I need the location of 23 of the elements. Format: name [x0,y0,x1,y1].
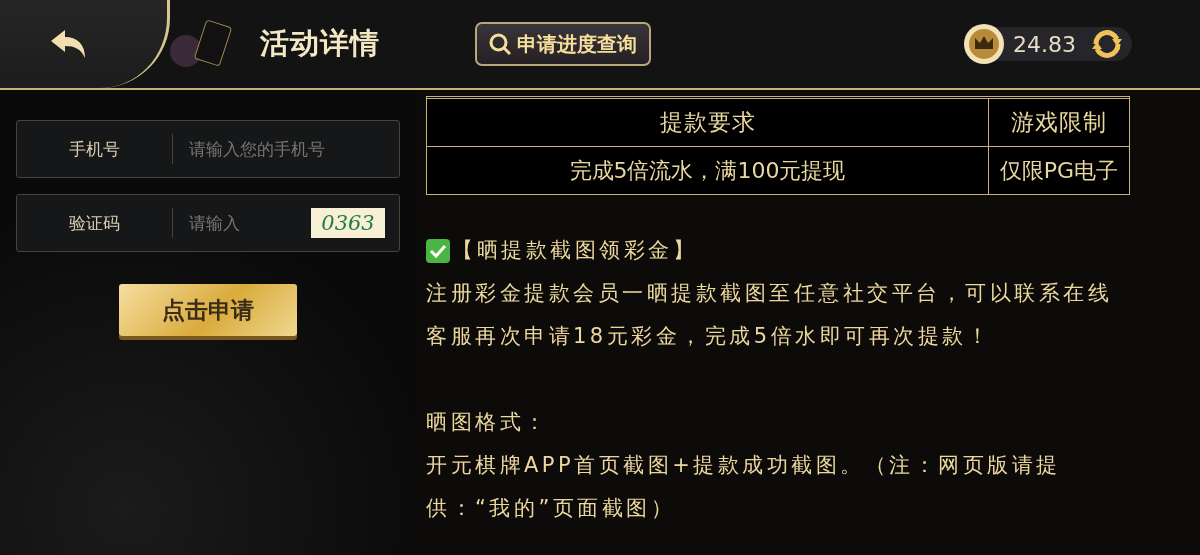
refresh-icon [1090,27,1124,61]
balance-amount: 24.83 [1013,31,1076,57]
page-title: 活动详情 [260,25,380,62]
table-cell: 仅限PG电子 [988,147,1129,194]
section-heading: 【晒提款截图领彩金】 [452,237,697,264]
table-header-cell: 游戏限制 [988,99,1129,147]
query-button[interactable]: 申请进度查询 [475,22,651,66]
back-arrow-icon [50,30,87,58]
captcha-image[interactable]: 0363 [311,208,385,238]
paragraph: 注册彩金提款会员一晒提款截图至任意社交平台，可以联系在线客服再次申请18元彩金，完成5倍水即可再次提款！ [426,280,1113,350]
field-label: 验证码 [17,208,173,238]
paragraph: 晒图格式： [426,409,550,436]
table-cell-text: 完成5倍流水，满100元提现 [568,156,847,185]
paragraph: 开元棋牌APP首页截图+提款成功截图。（注：网页版请提供：“我的”页面截图） [426,452,1062,522]
captcha-input[interactable]: 请输入 [173,212,311,234]
field-label: 手机号 [17,134,173,164]
table-header-cell: 提款要求 [427,99,988,147]
back-button[interactable] [50,30,87,58]
phone-input[interactable]: 请输入您的手机号 [173,138,399,160]
crown-coin-icon [963,23,1005,65]
search-icon [489,33,511,55]
refresh-button[interactable] [1090,27,1124,61]
check-mark-icon [426,238,450,263]
